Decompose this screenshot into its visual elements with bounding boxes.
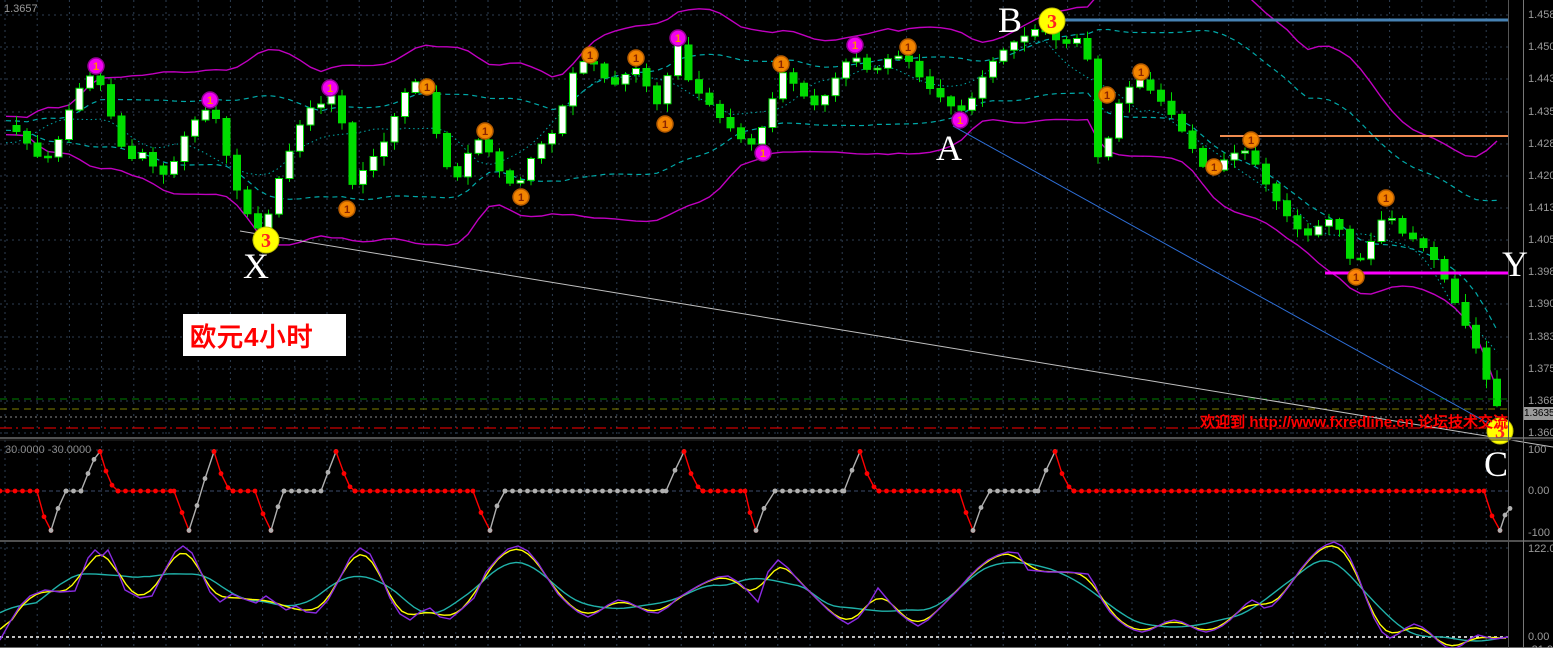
svg-text:1: 1 — [852, 40, 858, 52]
price-axis-label: 1.405 — [1528, 234, 1553, 246]
wave-letter-b[interactable]: B — [998, 2, 1022, 38]
svg-text:1: 1 — [957, 115, 963, 127]
svg-text:1: 1 — [424, 82, 430, 94]
svg-text:1: 1 — [675, 33, 681, 45]
svg-text:1: 1 — [93, 61, 99, 73]
wave-marker-orange[interactable]: 1 — [418, 78, 436, 96]
wave-marker-orange[interactable]: 1 — [1242, 131, 1260, 149]
wave-marker-3[interactable]: 3 — [1038, 7, 1066, 35]
wave-marker-orange[interactable]: 1 — [512, 188, 530, 206]
price-axis-label: 1.413 — [1528, 202, 1553, 214]
watermark-text: 欢迎到 http://www.fxredline.cn 论坛技术交流 — [1200, 414, 1508, 431]
svg-text:1: 1 — [518, 192, 524, 204]
price-axis-label: 1.360 — [1528, 427, 1553, 439]
svg-text:1: 1 — [482, 126, 488, 138]
svg-text:1: 1 — [760, 148, 766, 160]
svg-text:1: 1 — [778, 59, 784, 71]
indicator1-axis-label: -100 — [1528, 527, 1551, 539]
blue-trendline-a-to-c[interactable] — [952, 125, 1507, 434]
price-axis-label: 1.450 — [1528, 41, 1553, 53]
svg-text:1: 1 — [662, 119, 668, 131]
wave-marker-orange[interactable]: 1 — [581, 46, 599, 64]
hline-price-label: 1.3657 — [4, 3, 38, 15]
price-axis-label: 1.390 — [1528, 298, 1553, 310]
indicator2-axis-label: 122.0 — [1528, 543, 1553, 555]
wave-marker-orange[interactable]: 1 — [899, 38, 917, 56]
symbol-label: 欧元4小时 — [190, 321, 314, 352]
wave-marker-orange[interactable]: 1 — [1347, 268, 1365, 286]
wave-marker-magenta[interactable]: 1 — [951, 111, 969, 129]
symbol-label-box: 欧元4小时 — [183, 314, 346, 356]
wave-marker-orange[interactable]: 1 — [1205, 158, 1223, 176]
svg-text:1: 1 — [905, 42, 911, 54]
price-axis-label: 1.375 — [1528, 363, 1553, 375]
svg-text:1: 1 — [207, 95, 213, 107]
wave-marker-magenta[interactable]: 1 — [846, 36, 864, 54]
indicator2-axis-label: -21.9 — [1528, 644, 1553, 648]
wave-marker-orange[interactable]: 1 — [1098, 86, 1116, 104]
wave-letter-y[interactable]: Y — [1502, 246, 1528, 282]
svg-text:1: 1 — [344, 204, 350, 216]
svg-text:1: 1 — [327, 83, 333, 95]
svg-text:1: 1 — [1211, 162, 1217, 174]
svg-text:1: 1 — [1248, 135, 1254, 147]
wave-letter-c[interactable]: C — [1484, 446, 1508, 482]
price-axis-label: 1.383 — [1528, 331, 1553, 343]
svg-text:1: 1 — [1353, 272, 1359, 284]
price-axis-label: 1.443 — [1528, 73, 1553, 85]
mt4-chart-window: 1111111111111111111111333 1.3657 欧元4小时 欢… — [0, 0, 1553, 648]
wave-marker-magenta[interactable]: 1 — [669, 29, 687, 47]
svg-text:1: 1 — [1138, 67, 1144, 79]
wave-marker-orange[interactable]: 1 — [627, 49, 645, 67]
wave-marker-magenta[interactable]: 1 — [754, 144, 772, 162]
wave-marker-orange[interactable]: 1 — [656, 115, 674, 133]
price-axis-label: 1.435 — [1528, 106, 1553, 118]
wave-marker-orange[interactable]: 1 — [772, 55, 790, 73]
indicator1-axis-label: 100 — [1528, 444, 1547, 456]
indicator2-pane[interactable] — [0, 541, 1509, 648]
svg-text:1: 1 — [587, 50, 593, 62]
wave-marker-orange[interactable]: 1 — [338, 200, 356, 218]
svg-text:1: 1 — [633, 53, 639, 65]
price-axis-label: 1.398 — [1528, 266, 1553, 278]
svg-text:1: 1 — [1383, 193, 1389, 205]
indicator2-axis-label: 0.00 — [1528, 631, 1550, 643]
wave-letter-x[interactable]: X — [243, 248, 269, 284]
price-axis-label: 1.458 — [1528, 9, 1553, 21]
wave-marker-magenta[interactable]: 1 — [87, 57, 105, 75]
price-axis-label: 1.368 — [1528, 395, 1553, 407]
current-price-tag: 1.3635 — [1524, 407, 1553, 420]
price-axis-label: 1.420 — [1528, 170, 1553, 182]
indicator1-axis-label: 0.00 — [1528, 485, 1550, 497]
wave-marker-orange[interactable]: 1 — [1377, 189, 1395, 207]
svg-text:3: 3 — [1047, 11, 1057, 33]
wave-marker-magenta[interactable]: 1 — [201, 91, 219, 109]
price-axis-label: 1.428 — [1528, 138, 1553, 150]
wave-letter-a[interactable]: A — [936, 130, 962, 166]
wave-marker-magenta[interactable]: 1 — [321, 79, 339, 97]
wave-marker-orange[interactable]: 1 — [476, 122, 494, 140]
wave-marker-orange[interactable]: 1 — [1132, 63, 1150, 81]
svg-text:1: 1 — [1104, 90, 1110, 102]
indicator1-params-label: 30.0000 -30.0000 — [5, 444, 92, 456]
